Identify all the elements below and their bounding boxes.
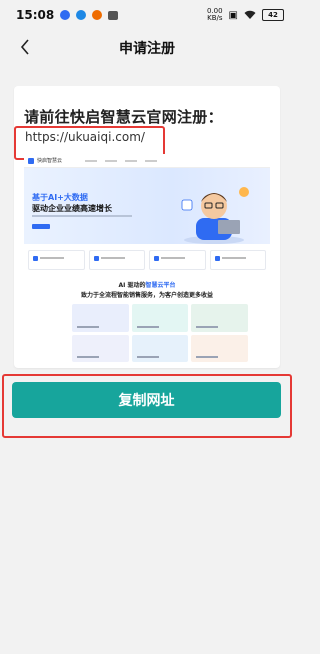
preview-hero-line1: 基于AI+大数据 (32, 193, 88, 202)
preview-tile (72, 304, 129, 332)
registration-card: 请前往快启智慧云官网注册： https://ukuaiqi.com/ 快启智慧云… (14, 86, 280, 368)
nfc-icon: ▣ (228, 9, 238, 21)
preview-hero-button (32, 224, 50, 229)
preview-section-title-prefix: AI 驱动的 (118, 282, 146, 289)
preview-feature-card (88, 250, 145, 270)
status-left: 15:08 (16, 8, 119, 22)
preview-tile-grid (72, 304, 248, 362)
app-notification-icon (60, 10, 71, 20)
preview-nav: 快启智慧云 (24, 154, 270, 168)
preview-tile (131, 334, 189, 362)
copy-url-button[interactable]: 复制网址 (12, 382, 281, 418)
page-title: 申请注册 (119, 41, 175, 57)
preview-logo-text: 快启智慧云 (37, 158, 63, 164)
preview-logo-icon (28, 157, 34, 164)
preview-feature-card (28, 250, 85, 270)
battery-icon: 42 (262, 9, 284, 21)
preview-feature-card (149, 250, 206, 270)
preview-tile (131, 304, 189, 332)
cartoon-character-illustration (181, 187, 249, 244)
status-time: 15:08 (16, 8, 55, 22)
net-speed-unit: KB/s (207, 14, 223, 22)
card-heading: 请前往快启智慧云官网注册： (24, 108, 223, 126)
preview-section-title-accent: 智慧云平台 (145, 282, 176, 289)
status-right: 0.00 KB/s ▣ 42 (207, 8, 284, 22)
preview-hero-subtext (32, 215, 132, 217)
app-notification-icon (76, 10, 87, 20)
net-speed: 0.00 KB/s (207, 8, 223, 22)
website-preview-image: 快启智慧云 基于AI+大数据 驱动企业业绩高速增长 AI 驱动的智慧云平台 致力… (24, 154, 270, 362)
preview-tile (191, 304, 248, 332)
status-bar: 15:08 0.00 KB/s ▣ 42 (0, 0, 294, 30)
preview-hero: 基于AI+大数据 驱动企业业绩高速增长 (24, 168, 270, 244)
preview-section-title: AI 驱动的智慧云平台 (24, 280, 270, 289)
battery-level: 42 (268, 11, 278, 19)
wifi-icon (244, 10, 256, 19)
preview-tile (72, 334, 129, 362)
preview-nav-links (85, 159, 158, 162)
preview-feature-row (28, 250, 266, 270)
nav-bar: 申请注册 (0, 30, 294, 64)
app-notification-icon (92, 10, 103, 20)
preview-tile (191, 334, 248, 362)
preview-hero-line2: 驱动企业业绩高速增长 (32, 204, 112, 213)
preview-section-subtitle: 致力于全流程智能销售服务，为客户创造更多收益 (80, 292, 213, 299)
message-icon (108, 10, 119, 20)
preview-feature-card (209, 250, 266, 270)
